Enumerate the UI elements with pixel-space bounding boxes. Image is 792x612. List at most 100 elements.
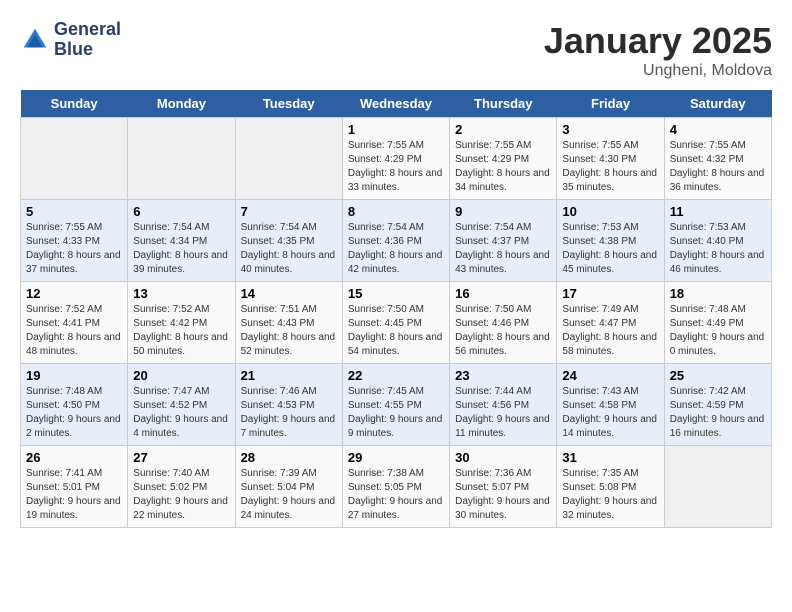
day-info: Sunrise: 7:50 AMSunset: 4:46 PMDaylight:… [455, 303, 551, 359]
day-number: 1 [348, 122, 444, 137]
day-info: Sunrise: 7:39 AMSunset: 5:04 PMDaylight:… [241, 467, 337, 523]
day-info: Sunrise: 7:54 AMSunset: 4:34 PMDaylight:… [133, 221, 229, 277]
calendar-cell: 1 Sunrise: 7:55 AMSunset: 4:29 PMDaylight… [342, 118, 449, 200]
calendar-cell: 26 Sunrise: 7:41 AMSunset: 5:01 PMDayligh… [21, 446, 128, 528]
main-title: January 2025 [544, 20, 772, 62]
day-info: Sunrise: 7:51 AMSunset: 4:43 PMDaylight:… [241, 303, 337, 359]
day-number: 15 [348, 286, 444, 301]
logo: General Blue [20, 20, 121, 60]
day-info: Sunrise: 7:45 AMSunset: 4:55 PMDaylight:… [348, 385, 444, 441]
weekday-header-sunday: Sunday [21, 90, 128, 118]
day-number: 11 [670, 204, 766, 219]
weekday-header-monday: Monday [128, 90, 235, 118]
calendar-cell: 31Sunrise: 7:35 AMSunset: 5:08 PMDayligh… [557, 446, 664, 528]
day-info: Sunrise: 7:48 AMSunset: 4:49 PMDaylight:… [670, 303, 766, 359]
calendar-cell: 20 Sunrise: 7:47 AMSunset: 4:52 PMDayligh… [128, 364, 235, 446]
calendar-cell [21, 118, 128, 200]
calendar-cell: 28 Sunrise: 7:39 AMSunset: 5:04 PMDayligh… [235, 446, 342, 528]
calendar-cell [664, 446, 771, 528]
calendar-cell: 4 Sunrise: 7:55 AMSunset: 4:32 PMDaylight… [664, 118, 771, 200]
day-number: 19 [26, 368, 122, 383]
day-info: Sunrise: 7:46 AMSunset: 4:53 PMDaylight:… [241, 385, 337, 441]
day-info: Sunrise: 7:38 AMSunset: 5:05 PMDaylight:… [348, 467, 444, 523]
weekday-header-saturday: Saturday [664, 90, 771, 118]
day-number: 16 [455, 286, 551, 301]
day-info: Sunrise: 7:49 AMSunset: 4:47 PMDaylight:… [562, 303, 658, 359]
day-number: 4 [670, 122, 766, 137]
calendar-cell: 27Sunrise: 7:40 AMSunset: 5:02 PMDayligh… [128, 446, 235, 528]
calendar-cell: 9 Sunrise: 7:54 AMSunset: 4:37 PMDaylight… [450, 200, 557, 282]
calendar-cell: 29Sunrise: 7:38 AMSunset: 5:05 PMDayligh… [342, 446, 449, 528]
calendar-cell: 22 Sunrise: 7:45 AMSunset: 4:55 PMDayligh… [342, 364, 449, 446]
day-info: Sunrise: 7:35 AMSunset: 5:08 PMDaylight:… [562, 467, 658, 523]
day-number: 6 [133, 204, 229, 219]
day-info: Sunrise: 7:54 AMSunset: 4:37 PMDaylight:… [455, 221, 551, 277]
calendar-table: SundayMondayTuesdayWednesdayThursdayFrid… [20, 90, 772, 528]
day-info: Sunrise: 7:44 AMSunset: 4:56 PMDaylight:… [455, 385, 551, 441]
calendar-cell: 30Sunrise: 7:36 AMSunset: 5:07 PMDayligh… [450, 446, 557, 528]
day-number: 5 [26, 204, 122, 219]
day-number: 24 [562, 368, 658, 383]
day-info: Sunrise: 7:42 AMSunset: 4:59 PMDaylight:… [670, 385, 766, 441]
day-number: 26 [26, 450, 122, 465]
calendar-cell: 14 Sunrise: 7:51 AMSunset: 4:43 PMDayligh… [235, 282, 342, 364]
calendar-cell: 17 Sunrise: 7:49 AMSunset: 4:47 PMDayligh… [557, 282, 664, 364]
weekday-header-friday: Friday [557, 90, 664, 118]
calendar-cell: 24Sunrise: 7:43 AMSunset: 4:58 PMDayligh… [557, 364, 664, 446]
day-number: 10 [562, 204, 658, 219]
calendar-cell: 10 Sunrise: 7:53 AMSunset: 4:38 PMDayligh… [557, 200, 664, 282]
weekday-header-wednesday: Wednesday [342, 90, 449, 118]
day-info: Sunrise: 7:52 AMSunset: 4:42 PMDaylight:… [133, 303, 229, 359]
day-info: Sunrise: 7:55 AMSunset: 4:33 PMDaylight:… [26, 221, 122, 277]
calendar-cell: 8 Sunrise: 7:54 AMSunset: 4:36 PMDaylight… [342, 200, 449, 282]
day-info: Sunrise: 7:41 AMSunset: 5:01 PMDaylight:… [26, 467, 122, 523]
weekday-header-thursday: Thursday [450, 90, 557, 118]
day-info: Sunrise: 7:53 AMSunset: 4:38 PMDaylight:… [562, 221, 658, 277]
day-info: Sunrise: 7:48 AMSunset: 4:50 PMDaylight:… [26, 385, 122, 441]
day-info: Sunrise: 7:47 AMSunset: 4:52 PMDaylight:… [133, 385, 229, 441]
day-number: 22 [348, 368, 444, 383]
logo-icon [20, 25, 50, 55]
page-header: General Blue January 2025 Ungheni, Moldo… [20, 20, 772, 80]
day-info: Sunrise: 7:54 AMSunset: 4:36 PMDaylight:… [348, 221, 444, 277]
calendar-cell [128, 118, 235, 200]
day-number: 7 [241, 204, 337, 219]
day-info: Sunrise: 7:52 AMSunset: 4:41 PMDaylight:… [26, 303, 122, 359]
day-number: 9 [455, 204, 551, 219]
day-number: 21 [241, 368, 337, 383]
day-number: 18 [670, 286, 766, 301]
day-info: Sunrise: 7:50 AMSunset: 4:45 PMDaylight:… [348, 303, 444, 359]
day-number: 17 [562, 286, 658, 301]
day-info: Sunrise: 7:55 AMSunset: 4:29 PMDaylight:… [348, 139, 444, 195]
calendar-cell: 21 Sunrise: 7:46 AMSunset: 4:53 PMDayligh… [235, 364, 342, 446]
calendar-cell: 3 Sunrise: 7:55 AMSunset: 4:30 PMDaylight… [557, 118, 664, 200]
day-info: Sunrise: 7:54 AMSunset: 4:35 PMDaylight:… [241, 221, 337, 277]
calendar-cell: 16 Sunrise: 7:50 AMSunset: 4:46 PMDayligh… [450, 282, 557, 364]
day-info: Sunrise: 7:55 AMSunset: 4:32 PMDaylight:… [670, 139, 766, 195]
day-info: Sunrise: 7:55 AMSunset: 4:30 PMDaylight:… [562, 139, 658, 195]
day-number: 28 [241, 450, 337, 465]
day-number: 23 [455, 368, 551, 383]
day-number: 8 [348, 204, 444, 219]
calendar-cell: 15 Sunrise: 7:50 AMSunset: 4:45 PMDayligh… [342, 282, 449, 364]
day-info: Sunrise: 7:53 AMSunset: 4:40 PMDaylight:… [670, 221, 766, 277]
day-info: Sunrise: 7:55 AMSunset: 4:29 PMDaylight:… [455, 139, 551, 195]
calendar-cell: 2Sunrise: 7:55 AMSunset: 4:29 PMDaylight… [450, 118, 557, 200]
day-number: 3 [562, 122, 658, 137]
calendar-cell: 19 Sunrise: 7:48 AMSunset: 4:50 PMDayligh… [21, 364, 128, 446]
day-number: 27 [133, 450, 229, 465]
logo-text: General Blue [54, 20, 121, 60]
calendar-cell: 13 Sunrise: 7:52 AMSunset: 4:42 PMDayligh… [128, 282, 235, 364]
day-number: 13 [133, 286, 229, 301]
calendar-cell: 7 Sunrise: 7:54 AMSunset: 4:35 PMDaylight… [235, 200, 342, 282]
title-block: January 2025 Ungheni, Moldova [544, 20, 772, 80]
day-number: 20 [133, 368, 229, 383]
day-number: 14 [241, 286, 337, 301]
calendar-cell: 12Sunrise: 7:52 AMSunset: 4:41 PMDayligh… [21, 282, 128, 364]
calendar-cell: 11 Sunrise: 7:53 AMSunset: 4:40 PMDayligh… [664, 200, 771, 282]
calendar-cell: 23 Sunrise: 7:44 AMSunset: 4:56 PMDayligh… [450, 364, 557, 446]
calendar-cell: 6 Sunrise: 7:54 AMSunset: 4:34 PMDaylight… [128, 200, 235, 282]
day-number: 30 [455, 450, 551, 465]
calendar-cell: 18 Sunrise: 7:48 AMSunset: 4:49 PMDayligh… [664, 282, 771, 364]
calendar-cell [235, 118, 342, 200]
